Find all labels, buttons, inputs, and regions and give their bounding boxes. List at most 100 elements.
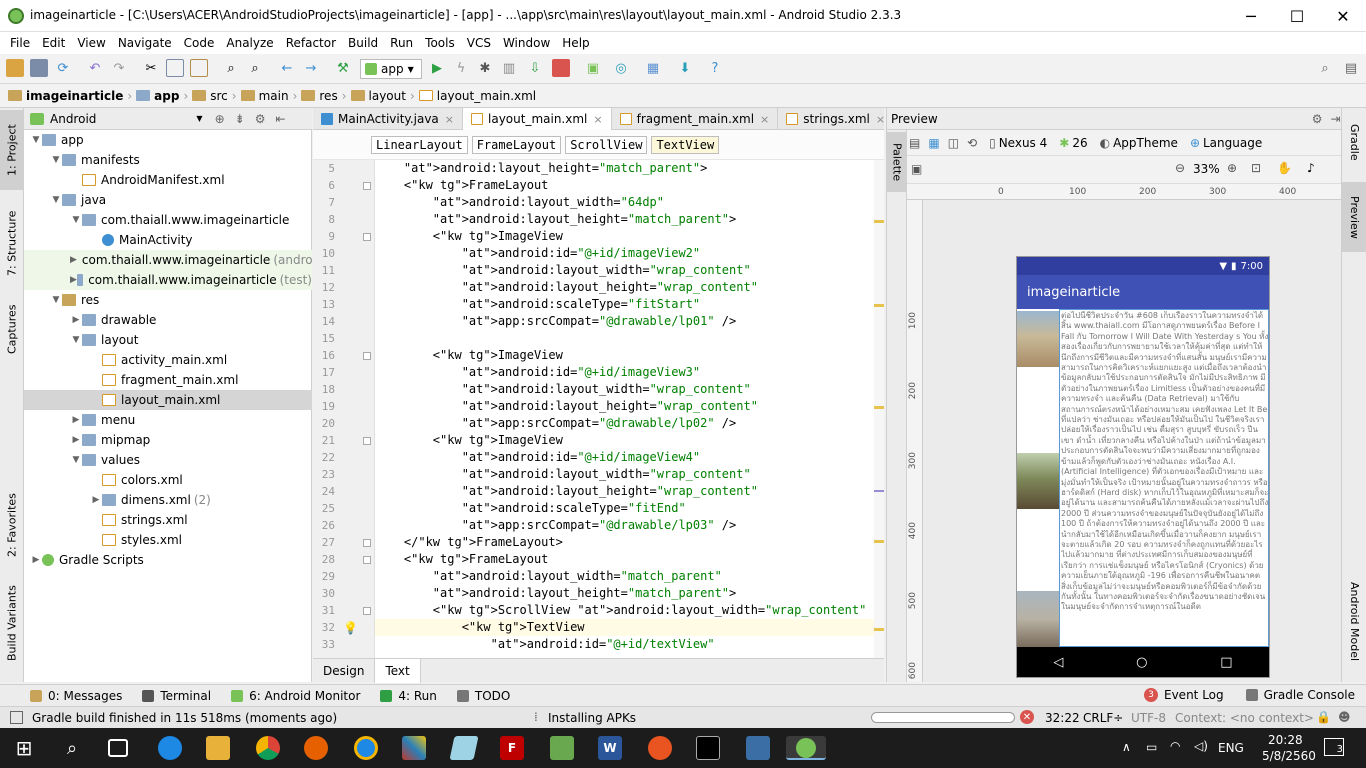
- android-studio-taskbar-icon[interactable]: [786, 736, 826, 760]
- tree-item[interactable]: ▼ values: [24, 450, 312, 470]
- device-monitor-icon[interactable]: ⬇: [676, 59, 694, 77]
- code-line[interactable]: <"kw tg">ImageView: [375, 228, 884, 245]
- design-mode-icon[interactable]: ▤: [909, 136, 920, 150]
- volume-icon[interactable]: ◁): [1194, 739, 1208, 753]
- tool-window-tab[interactable]: 6: Android Monitor: [231, 689, 360, 703]
- crumb-project[interactable]: imageinarticle ›: [8, 89, 132, 103]
- chevron-right-icon[interactable]: ▶: [70, 315, 82, 325]
- warning-mark[interactable]: [874, 304, 884, 307]
- project-view-selector[interactable]: Android: [50, 112, 96, 126]
- notification-center-icon[interactable]: 3: [1324, 738, 1344, 756]
- xml-tag-crumb[interactable]: ScrollView: [565, 135, 648, 154]
- zoom-in-icon[interactable]: ⊕: [1227, 161, 1237, 175]
- code-line[interactable]: <"kw tg">ImageView: [375, 347, 884, 364]
- xml-tag-crumb[interactable]: TextView: [651, 135, 720, 154]
- notepad-plus-icon[interactable]: [550, 736, 574, 760]
- sdk-manager-icon[interactable]: ◎: [612, 59, 630, 77]
- tool-window-tab[interactable]: 0: Messages: [30, 689, 122, 703]
- tree-item[interactable]: ▼ res: [24, 290, 312, 310]
- code-line[interactable]: "at">android:layout_height="match_parent…: [375, 160, 884, 177]
- word-icon[interactable]: W: [598, 736, 622, 760]
- xml-tag-crumb[interactable]: FrameLayout: [471, 135, 562, 154]
- fold-icon[interactable]: [363, 233, 371, 241]
- layout-icon[interactable]: ▤: [1342, 59, 1360, 77]
- code-line[interactable]: </"kw tg">FrameLayout>: [375, 534, 884, 551]
- xml-tag-crumb[interactable]: LinearLayout: [371, 135, 468, 154]
- menu-vcs[interactable]: VCS: [461, 36, 497, 50]
- fold-icon[interactable]: [363, 437, 371, 445]
- recents-nav-icon[interactable]: □: [1220, 655, 1232, 670]
- warning-mark[interactable]: [874, 220, 884, 223]
- tree-item[interactable]: layout_main.xml: [24, 390, 312, 410]
- project-tool-tab[interactable]: 1: Project: [0, 110, 24, 190]
- code-line[interactable]: <"kw tg">ScrollView "at">android:layout_…: [375, 602, 884, 619]
- structure-tool-tab[interactable]: 7: Structure: [0, 198, 24, 288]
- collapse-all-icon[interactable]: ⇟: [235, 112, 245, 126]
- zoom-fit-icon[interactable]: ⊡: [1251, 161, 1261, 175]
- clock-date[interactable]: 5/8/2560: [1262, 749, 1316, 763]
- code-line[interactable]: "at">app:srcCompat="@drawable/lp02" />: [375, 415, 884, 432]
- run-icon[interactable]: ▶: [428, 59, 446, 77]
- paint-icon[interactable]: [402, 736, 426, 760]
- minimize-button[interactable]: ─: [1228, 0, 1274, 32]
- gradle-tool-tab[interactable]: Gradle: [1342, 112, 1366, 172]
- close-button[interactable]: ✕: [1320, 0, 1366, 32]
- tree-item[interactable]: ▶ drawable: [24, 310, 312, 330]
- network-icon[interactable]: ▭: [1146, 740, 1157, 754]
- gear-icon[interactable]: ⚙: [1312, 112, 1323, 126]
- preview-canvas[interactable]: 0 100 200 300 400 100 200 300 400 500 60…: [907, 184, 1342, 682]
- tree-item[interactable]: ▶ com.thaiall.www.imageinarticle (androi: [24, 250, 316, 270]
- project-structure-icon[interactable]: ▦: [644, 59, 662, 77]
- captures-tool-tab[interactable]: Captures: [0, 294, 24, 364]
- editor-tab[interactable]: fragment_main.xml ×: [612, 108, 779, 130]
- palette-tab[interactable]: Palette: [887, 132, 907, 192]
- filezilla-icon[interactable]: F: [500, 736, 524, 760]
- code-line[interactable]: "at">app:srcCompat="@drawable/lp01" />: [375, 313, 884, 330]
- device-selector[interactable]: Nexus 4: [999, 136, 1048, 150]
- crumb-main[interactable]: main ›: [240, 89, 297, 103]
- menu-help[interactable]: Help: [556, 36, 595, 50]
- bell-icon[interactable]: ♪: [1307, 161, 1315, 175]
- tool-window-tab[interactable]: 4: Run: [380, 689, 437, 703]
- layout-icon[interactable]: ▣: [911, 162, 922, 176]
- line-separator[interactable]: CRLF÷: [1083, 711, 1123, 725]
- crumb-layout[interactable]: layout ›: [350, 89, 415, 103]
- menu-window[interactable]: Window: [497, 36, 556, 50]
- chevron-down-icon[interactable]: ▼: [70, 335, 82, 345]
- warning-mark[interactable]: [874, 540, 884, 543]
- code-area[interactable]: "at">android:layout_height="match_parent…: [375, 160, 884, 658]
- tree-item[interactable]: ▶ menu: [24, 410, 312, 430]
- edge-browser-icon[interactable]: [158, 736, 182, 760]
- task-view-icon[interactable]: [108, 739, 128, 757]
- editor-tab[interactable]: layout_main.xml ×: [463, 108, 612, 130]
- tool-window-tab[interactable]: Terminal: [142, 689, 211, 703]
- crumb-app[interactable]: app ›: [136, 89, 188, 103]
- code-line[interactable]: <"kw tg">FrameLayout: [375, 551, 884, 568]
- hector-icon[interactable]: ☻: [1338, 710, 1351, 724]
- warning-mark[interactable]: [874, 628, 884, 631]
- fold-icon[interactable]: [363, 556, 371, 564]
- tree-item[interactable]: fragment_main.xml: [24, 370, 312, 390]
- close-tab-icon[interactable]: ×: [593, 113, 602, 126]
- file-encoding[interactable]: UTF-8: [1131, 711, 1166, 725]
- search-everywhere-icon[interactable]: ⌕: [1316, 59, 1334, 77]
- chevron-down-icon[interactable]: ▼: [70, 215, 82, 225]
- editor-tab[interactable]: MainActivity.java ×: [313, 108, 463, 130]
- code-line[interactable]: "at">android:layout_width="wrap_content": [375, 262, 884, 279]
- chevron-right-icon[interactable]: ▶: [90, 495, 102, 505]
- cut-icon[interactable]: ✂: [142, 59, 160, 77]
- redo-icon[interactable]: ↷: [110, 59, 128, 77]
- tree-item[interactable]: ▼ manifests: [24, 150, 312, 170]
- fold-icon[interactable]: [363, 182, 371, 190]
- chevron-right-icon[interactable]: ▶: [30, 555, 42, 565]
- run-config-dropdown[interactable]: app ▼: [360, 59, 422, 79]
- forward-icon[interactable]: →: [302, 59, 320, 77]
- search-icon[interactable]: ⌕: [60, 736, 84, 760]
- lightbulb-icon[interactable]: 💡: [343, 621, 358, 635]
- code-line[interactable]: "at">android:layout_height="match_parent…: [375, 211, 884, 228]
- code-line[interactable]: "at">android:layout_width="wrap_content": [375, 381, 884, 398]
- wifi-icon[interactable]: ◠: [1170, 739, 1180, 753]
- open-folder-icon[interactable]: [6, 59, 24, 77]
- tree-item[interactable]: ▶ dimens.xml (2): [24, 490, 312, 510]
- code-line[interactable]: <"kw tg">ImageView: [375, 432, 884, 449]
